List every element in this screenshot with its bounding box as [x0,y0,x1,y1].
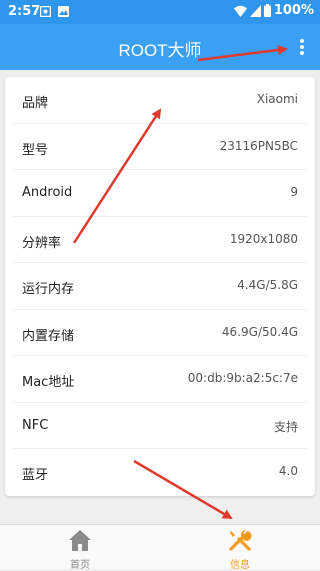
notification-icon [40,6,51,17]
row-value: 46.9G/50.4G [221,324,298,339]
row-value: 00:db:9b:a2:5c:7e [187,371,298,385]
app-title: ROOT大师 [118,41,202,60]
info-row-android: Android 9 [13,170,307,217]
row-label: Mac地址 [22,375,75,390]
row-value: 4.4G/5.8G [237,278,298,292]
info-row-bluetooth: 蓝牙 4.0 [13,449,307,496]
nav-tab-home[interactable]: 首页 [40,525,120,571]
device-info-card: 品牌 Xiaomi 型号 23116PN5BC Android 9 分辨率 19… [5,77,315,496]
info-row-brand: 品牌 Xiaomi [13,77,307,124]
row-label: 蓝牙 [22,468,49,483]
row-label: 型号 [22,142,49,158]
nav-label-info: 信息 [230,560,250,571]
status-time: 2:57 [8,4,41,19]
bottom-nav: 首页 信息 [0,524,320,571]
row-label: 运行内存 [22,282,75,297]
app-bar: ROOT大师 [0,24,320,70]
row-value: 支持 [273,419,298,434]
row-label: 内置存储 [22,328,75,344]
row-value: 23116PN5BC [219,138,298,153]
nav-tab-info[interactable]: 信息 [200,525,280,571]
info-row-mac: Mac地址 00:db:9b:a2:5c:7e [13,356,307,403]
info-row-ram: 运行内存 4.4G/5.8G [13,263,307,310]
status-bar: 2:57 100% [0,0,320,24]
tools-icon [229,530,252,551]
home-icon [69,530,91,551]
row-value: 9 [290,185,298,199]
battery-percent: 100% [273,3,314,18]
row-value: 4.0 [278,464,298,478]
image-icon [58,6,69,17]
info-row-nfc: NFC 支持 [13,403,307,449]
status-right: 100% [233,3,314,18]
info-row-resolution: 分辨率 1920x1080 [13,217,307,263]
more-vert-icon[interactable] [296,36,308,58]
nav-label-home: 首页 [70,560,90,571]
row-label: 品牌 [22,96,49,111]
row-value: Xiaomi [256,92,298,106]
row-label: 分辨率 [22,235,62,251]
wifi-icon [233,5,247,17]
info-row-storage: 内置存储 46.9G/50.4G [13,310,307,356]
battery-icon [263,4,271,17]
signal-icon [249,4,261,17]
row-value: 1920x1080 [229,231,298,246]
info-row-model: 型号 23116PN5BC [13,124,307,170]
row-label: NFC [22,417,49,433]
row-label: Android [22,185,73,200]
